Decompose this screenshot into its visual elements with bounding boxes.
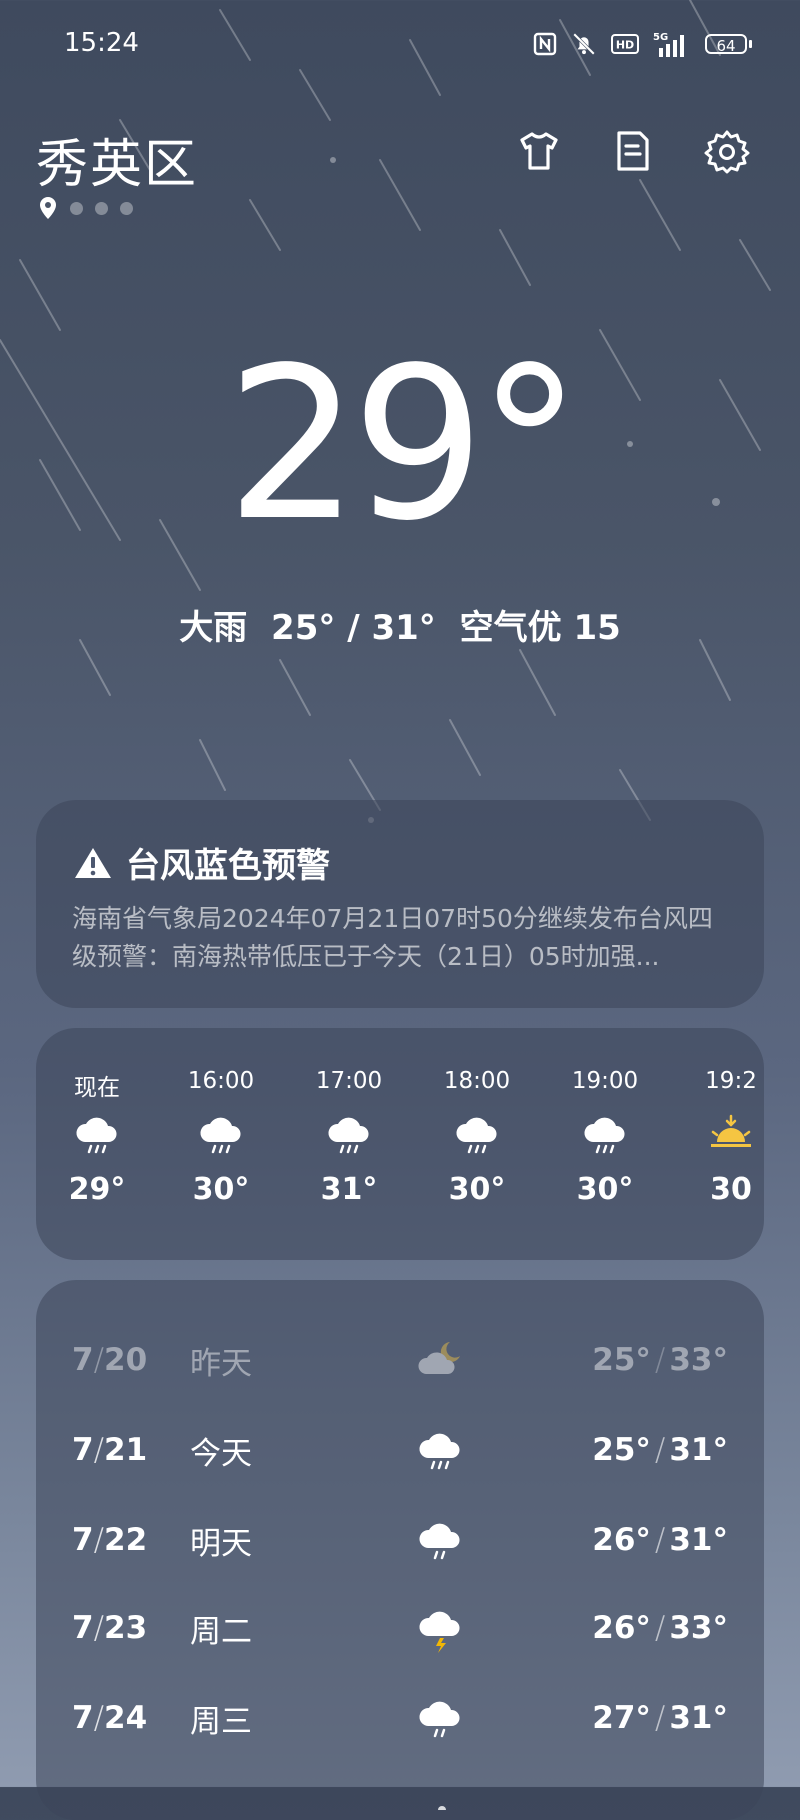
daily-row[interactable]: 7/23 周二 26°/33° bbox=[72, 1598, 728, 1658]
daily-label: 周三 bbox=[190, 1703, 252, 1740]
daily-temps: 25°/33° bbox=[592, 1342, 728, 1378]
warning-triangle-icon bbox=[75, 847, 111, 878]
daily-date: 7/22 bbox=[72, 1522, 148, 1558]
nfc-icon bbox=[533, 32, 557, 56]
location-pin-icon bbox=[40, 197, 56, 219]
alert-title-row: 台风蓝色预警 bbox=[74, 838, 330, 887]
weather-condition: 大雨 bbox=[179, 608, 248, 648]
hourly-temp: 29° bbox=[68, 1172, 126, 1207]
hourly-temp: 30° bbox=[192, 1172, 250, 1207]
hourly-item: 18:00 30° bbox=[422, 1068, 532, 1207]
daily-label: 昨天 bbox=[190, 1345, 252, 1382]
rain-cloud-icon bbox=[419, 1523, 460, 1560]
page-dot bbox=[70, 201, 83, 215]
daily-date: 7/21 bbox=[72, 1432, 148, 1468]
daily-date: 7/23 bbox=[72, 1610, 148, 1646]
hourly-item: 现在 29° bbox=[42, 1068, 152, 1207]
daily-date: 7/20 bbox=[72, 1342, 148, 1378]
daily-row[interactable]: 7/20 昨天 25°/33° bbox=[72, 1330, 728, 1390]
page-dot bbox=[95, 201, 108, 215]
weather-report-button[interactable] bbox=[610, 128, 656, 174]
daily-row[interactable]: 7/22 明天 26°/31° bbox=[72, 1510, 728, 1570]
hourly-time: 18:00 bbox=[443, 1068, 511, 1094]
air-quality[interactable]: 空气优 15 bbox=[460, 608, 621, 648]
rain-cloud-icon bbox=[76, 1117, 117, 1154]
hourly-time: 17:00 bbox=[315, 1068, 383, 1094]
hourly-temp: 31° bbox=[320, 1172, 378, 1207]
daily-temps: 25°/31° bbox=[592, 1432, 728, 1468]
document-icon bbox=[617, 131, 649, 171]
daily-temps: 26°/31° bbox=[592, 1522, 728, 1558]
hd-icon: HD bbox=[611, 34, 639, 54]
partly-cloudy-night-icon bbox=[418, 1342, 460, 1374]
thunderstorm-icon bbox=[419, 1611, 460, 1653]
daily-temps: 27°/31° bbox=[592, 1700, 728, 1736]
hourly-item: 17:00 31° bbox=[294, 1068, 404, 1207]
rain-cloud-icon bbox=[584, 1117, 625, 1154]
hourly-time: 19:00 bbox=[571, 1068, 639, 1094]
hourly-item: 16:00 30° bbox=[166, 1068, 276, 1207]
page-indicator bbox=[38, 196, 133, 220]
hourly-temp: 30 bbox=[710, 1172, 752, 1207]
hourly-time: 19:2 bbox=[705, 1068, 757, 1094]
settings-button[interactable] bbox=[704, 128, 750, 174]
status-bar: 15:24 HD 5G 64 bbox=[0, 0, 800, 90]
status-time: 15:24 bbox=[64, 28, 139, 58]
hourly-item: 19:2 30 bbox=[676, 1068, 764, 1207]
typhoon-alert-card[interactable]: 台风蓝色预警 海南省气象局2024年07月21日07时50分继续发布台风四级预警… bbox=[36, 800, 764, 1008]
daily-forecast-card[interactable]: 7/20 昨天 25°/33° 7/21 今天 25°/31° 7/22 明天 … bbox=[36, 1280, 764, 1820]
hourly-time: 16:00 bbox=[187, 1068, 255, 1094]
hourly-item: 19:00 30° bbox=[550, 1068, 660, 1207]
rain-cloud-icon bbox=[200, 1117, 241, 1154]
hourly-temp: 30° bbox=[576, 1172, 634, 1207]
header-actions bbox=[516, 128, 750, 174]
city-name[interactable]: 秀英区 bbox=[36, 122, 198, 197]
daily-row[interactable]: 7/24 周三 27°/31° bbox=[72, 1688, 728, 1748]
svg-text:5G: 5G bbox=[653, 32, 668, 43]
rain-cloud-icon bbox=[438, 1806, 446, 1810]
daily-row[interactable]: 7/21 今天 25°/31° bbox=[72, 1420, 728, 1480]
sunset-icon bbox=[711, 1114, 751, 1147]
battery-icon: 64 bbox=[705, 34, 752, 55]
rain-cloud-icon bbox=[419, 1701, 460, 1738]
daily-label: 明天 bbox=[190, 1525, 252, 1562]
current-temperature: 29° bbox=[225, 322, 582, 567]
daily-date: 7/24 bbox=[72, 1700, 148, 1736]
daily-label: 今天 bbox=[190, 1435, 252, 1472]
clothing-index-button[interactable] bbox=[516, 128, 562, 174]
rain-cloud-icon bbox=[456, 1117, 497, 1154]
daily-label: 周二 bbox=[190, 1613, 252, 1650]
hourly-forecast-card[interactable]: 现在 29° 16:00 30° 17:00 31° 18:00 30° 19:… bbox=[36, 1028, 764, 1260]
alert-description: 海南省气象局2024年07月21日07时50分继续发布台风四级预警：南海热带低压… bbox=[72, 904, 713, 971]
rain-cloud-icon bbox=[328, 1117, 369, 1154]
hourly-temp: 30° bbox=[448, 1172, 506, 1207]
signal-5g-icon: 5G bbox=[653, 32, 684, 57]
svg-text:HD: HD bbox=[616, 39, 634, 52]
daily-temps: 26°/33° bbox=[592, 1610, 728, 1646]
mute-bell-icon bbox=[573, 33, 595, 55]
current-summary: 大雨 25° / 31° 空气优 15 bbox=[0, 600, 800, 649]
status-icons: HD 5G 64 bbox=[533, 30, 752, 58]
battery-level: 64 bbox=[705, 34, 747, 55]
alert-title: 台风蓝色预警 bbox=[126, 846, 330, 886]
page-dot bbox=[120, 201, 133, 215]
tshirt-icon bbox=[520, 132, 558, 170]
gear-icon bbox=[704, 130, 750, 174]
rain-cloud-icon bbox=[419, 1433, 460, 1470]
hourly-time: 现在 bbox=[74, 1075, 120, 1101]
temperature-range: 25° / 31° bbox=[271, 608, 436, 648]
